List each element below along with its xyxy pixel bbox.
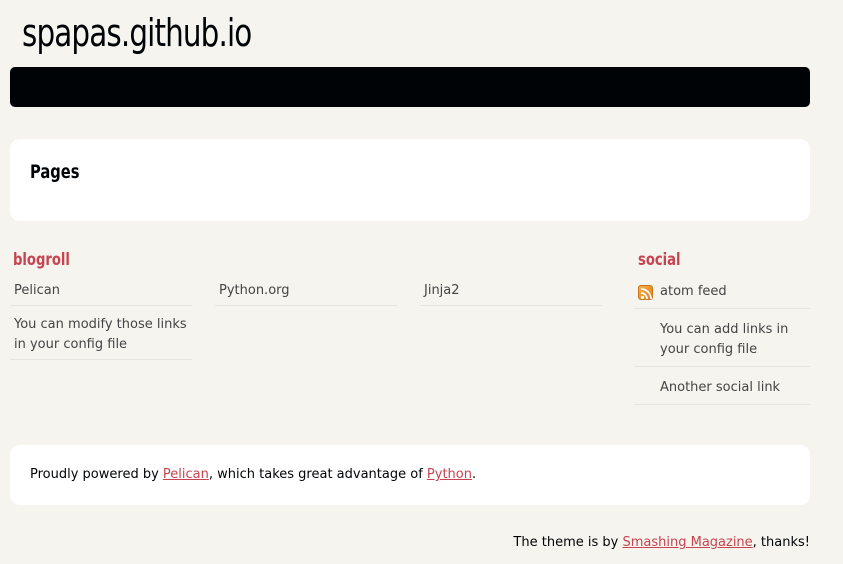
blogroll-link-config[interactable]: You can modify those links in your confi… <box>14 317 187 352</box>
credit-text-before: The theme is by <box>513 535 623 550</box>
blogroll-column-2: Python.org <box>215 280 397 314</box>
pages-title: Pages <box>30 161 80 183</box>
blogroll-item: Python.org <box>215 280 397 306</box>
blogroll-heading: blogroll <box>13 250 70 270</box>
social-item: You can add links in your config file <box>634 319 810 367</box>
footer-panel: Proudly powered by Pelican, which takes … <box>10 445 810 505</box>
blogroll-link-pelican[interactable]: Pelican <box>14 283 60 298</box>
social-link-atom-feed[interactable]: atom feed <box>660 284 727 299</box>
footer-text-after: . <box>471 467 477 482</box>
social-item: atom feed <box>634 281 810 309</box>
blogroll-item: Pelican <box>10 280 192 306</box>
footer-text-before: Proudly powered by <box>30 467 163 482</box>
main-navigation-bar <box>10 67 810 107</box>
footer-pelican-link[interactable]: Pelican <box>163 467 209 482</box>
pages-section: Pages <box>10 139 810 221</box>
social-item: Another social link <box>634 377 810 405</box>
blogroll-item: Jinja2 <box>420 280 602 306</box>
rss-feed-icon <box>638 285 653 300</box>
theme-credit: The theme is by Smashing Magazine, thank… <box>513 533 810 553</box>
site-title-link[interactable]: spapas.github.io <box>22 8 252 58</box>
blogroll-link-python[interactable]: Python.org <box>219 283 290 298</box>
smashing-magazine-link[interactable]: Smashing Magazine <box>622 535 752 550</box>
blogroll-column-3: Jinja2 <box>420 280 602 314</box>
credit-text-after: , thanks! <box>752 535 810 550</box>
social-list: atom feed You can add links in your conf… <box>634 281 810 415</box>
blogroll-column-1: Pelican You can modify those links in yo… <box>10 280 192 368</box>
footer-text-middle: , which takes great advantage of <box>208 467 427 482</box>
social-link-another[interactable]: Another social link <box>660 380 780 395</box>
footer-python-link[interactable]: Python <box>427 467 472 482</box>
social-heading: social <box>638 250 681 270</box>
blogroll-link-jinja2[interactable]: Jinja2 <box>424 283 460 298</box>
social-link-config[interactable]: You can add links in your config file <box>660 322 788 357</box>
blogroll-item: You can modify those links in your confi… <box>10 314 192 360</box>
footer-text: Proudly powered by Pelican, which takes … <box>30 465 476 485</box>
